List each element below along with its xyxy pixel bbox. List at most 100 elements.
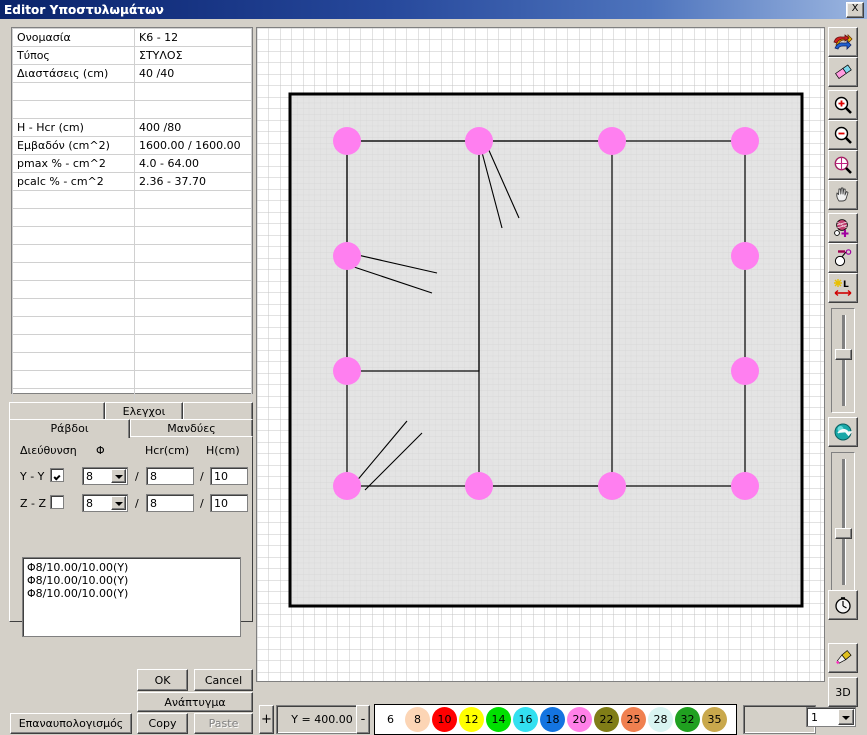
table-row	[12, 244, 252, 263]
direction-checkbox-yy[interactable]	[50, 468, 64, 482]
rebar-dot[interactable]	[333, 242, 361, 270]
h-input-zz[interactable]: 10	[210, 494, 248, 512]
legend-dot-14[interactable]: 14	[486, 707, 511, 732]
rotate-view-icon[interactable]	[828, 417, 858, 447]
rebar-dot[interactable]	[731, 242, 759, 270]
table-row	[12, 316, 252, 335]
add-rebar-icon-glyph	[834, 219, 849, 237]
h-input-yy[interactable]: 10	[210, 467, 248, 485]
phi-value-zz: 8	[86, 497, 93, 510]
header-h: H(cm)	[206, 444, 240, 457]
chevron-down-icon[interactable]	[111, 496, 126, 510]
legend-dot-22[interactable]: 22	[594, 707, 619, 732]
colors-icon-glyph	[833, 34, 853, 50]
rebar-dot[interactable]	[731, 472, 759, 500]
rebar-dot[interactable]	[731, 357, 759, 385]
increment-button[interactable]: +	[259, 705, 274, 734]
info-label: Τύπος	[12, 46, 135, 65]
paint-icon[interactable]	[828, 643, 858, 673]
legend-dot-6[interactable]: 6	[378, 707, 403, 732]
phi-select-zz[interactable]: 8	[82, 494, 128, 512]
info-label	[12, 190, 135, 209]
table-row	[12, 208, 252, 227]
rebar-dot[interactable]	[333, 127, 361, 155]
recalculate-button[interactable]: Επαναυπολογισμός	[10, 713, 132, 734]
rebar-listbox[interactable]: Φ8/10.00/10.00(Υ) Φ8/10.00/10.00(Υ) Φ8/1…	[22, 557, 241, 637]
page-select[interactable]: 1	[806, 707, 856, 727]
phi-select-yy[interactable]: 8	[82, 467, 128, 485]
view-3d-button[interactable]: 3D	[828, 677, 858, 707]
application-window: Editor Υποστυλωμάτων X Ονομασία K6 - 12 Τύ…	[0, 0, 867, 735]
remove-rebar-icon[interactable]	[828, 243, 858, 273]
zoom-in-icon[interactable]	[828, 90, 858, 120]
legend-dot-18[interactable]: 18	[540, 707, 565, 732]
clock-icon[interactable]	[828, 590, 858, 620]
zoom-extents-icon-glyph	[834, 156, 852, 174]
legend-dot-12[interactable]: 12	[459, 707, 484, 732]
rotate-view-icon-glyph	[834, 423, 853, 441]
info-value	[134, 82, 252, 101]
anaptygma-button[interactable]: Ανάπτυγμα	[137, 692, 253, 712]
list-item[interactable]: Φ8/10.00/10.00(Υ)	[27, 574, 236, 587]
rebar-row-yy: Y - Y 8 / 8 / 10	[10, 465, 254, 489]
table-row: H - Hcr (cm) 400 /80	[12, 118, 252, 137]
info-value: 400 /80	[134, 118, 252, 137]
chevron-down-icon[interactable]	[111, 469, 126, 483]
info-label	[12, 226, 135, 245]
rebar-dot[interactable]	[598, 127, 626, 155]
rebar-dot[interactable]	[465, 127, 493, 155]
rebar-dot[interactable]	[731, 127, 759, 155]
close-icon[interactable]: X	[846, 2, 864, 18]
info-value: K6 - 12	[134, 28, 252, 47]
info-label	[12, 100, 135, 119]
eraser-icon[interactable]	[828, 57, 858, 87]
hcr-input-zz[interactable]: 8	[146, 494, 194, 512]
info-label	[12, 334, 135, 353]
zoom-out-icon[interactable]	[828, 120, 858, 150]
zoom-out-icon-glyph	[834, 126, 852, 144]
measure-length-icon-glyph: L	[834, 279, 852, 297]
slider-thumb[interactable]	[835, 349, 852, 360]
zoom-extents-icon[interactable]	[828, 150, 858, 180]
tab-container: Ελεγχοι Ράβδοι Μανδύες Διεύθυνση Φ Hcr(c…	[9, 402, 254, 637]
decrement-button[interactable]: -	[356, 705, 370, 734]
list-item[interactable]: Φ8/10.00/10.00(Υ)	[27, 587, 236, 600]
rebar-diameter-legend[interactable]: 6 8 10 12 14 16 18 20 22 25 28 32 35	[374, 704, 737, 735]
table-row: Ονομασία K6 - 12	[12, 28, 252, 47]
drawing-canvas[interactable]	[256, 27, 825, 682]
legend-dot-35[interactable]: 35	[702, 707, 727, 732]
table-row	[12, 226, 252, 245]
rebar-dot[interactable]	[333, 357, 361, 385]
list-item[interactable]: Φ8/10.00/10.00(Υ)	[27, 561, 236, 574]
rebar-dot[interactable]	[598, 472, 626, 500]
colors-icon[interactable]	[828, 27, 858, 57]
rebar-dot[interactable]	[333, 472, 361, 500]
info-label: H - Hcr (cm)	[12, 118, 135, 137]
add-rebar-icon[interactable]	[828, 213, 858, 243]
legend-dot-8[interactable]: 8	[405, 707, 430, 732]
direction-label-zz: Z - Z	[20, 497, 47, 510]
legend-dot-25[interactable]: 25	[621, 707, 646, 732]
legend-dot-32[interactable]: 32	[675, 707, 700, 732]
legend-dot-20[interactable]: 20	[567, 707, 592, 732]
copy-button[interactable]: Copy	[137, 713, 188, 734]
vertical-slider-bottom[interactable]	[831, 452, 855, 592]
legend-dot-16[interactable]: 16	[513, 707, 538, 732]
column-info-table: Ονομασία K6 - 12 Τύπος ΣΤΥΛΟΣ Διαστάσεις (cm…	[11, 27, 253, 407]
rebar-dot[interactable]	[465, 472, 493, 500]
cancel-button[interactable]: Cancel	[194, 669, 253, 691]
vertical-slider-top[interactable]	[831, 308, 855, 413]
tab-ravdoi[interactable]: Ράβδοι	[9, 419, 130, 438]
legend-dot-10[interactable]: 10	[432, 707, 457, 732]
legend-dot-28[interactable]: 28	[648, 707, 673, 732]
direction-checkbox-zz[interactable]	[50, 495, 64, 509]
left-panel: Ονομασία K6 - 12 Τύπος ΣΤΥΛΟΣ Διαστάσεις (cm…	[0, 19, 255, 734]
measure-length-icon[interactable]: L	[828, 273, 858, 303]
hcr-input-yy[interactable]: 8	[146, 467, 194, 485]
slider-thumb[interactable]	[835, 528, 852, 539]
zoom-in-icon-glyph	[834, 96, 852, 114]
ok-button[interactable]: OK	[137, 669, 188, 691]
phi-value-yy: 8	[86, 470, 93, 483]
pan-hand-icon[interactable]	[828, 180, 858, 210]
paste-button[interactable]: Paste	[194, 713, 253, 734]
